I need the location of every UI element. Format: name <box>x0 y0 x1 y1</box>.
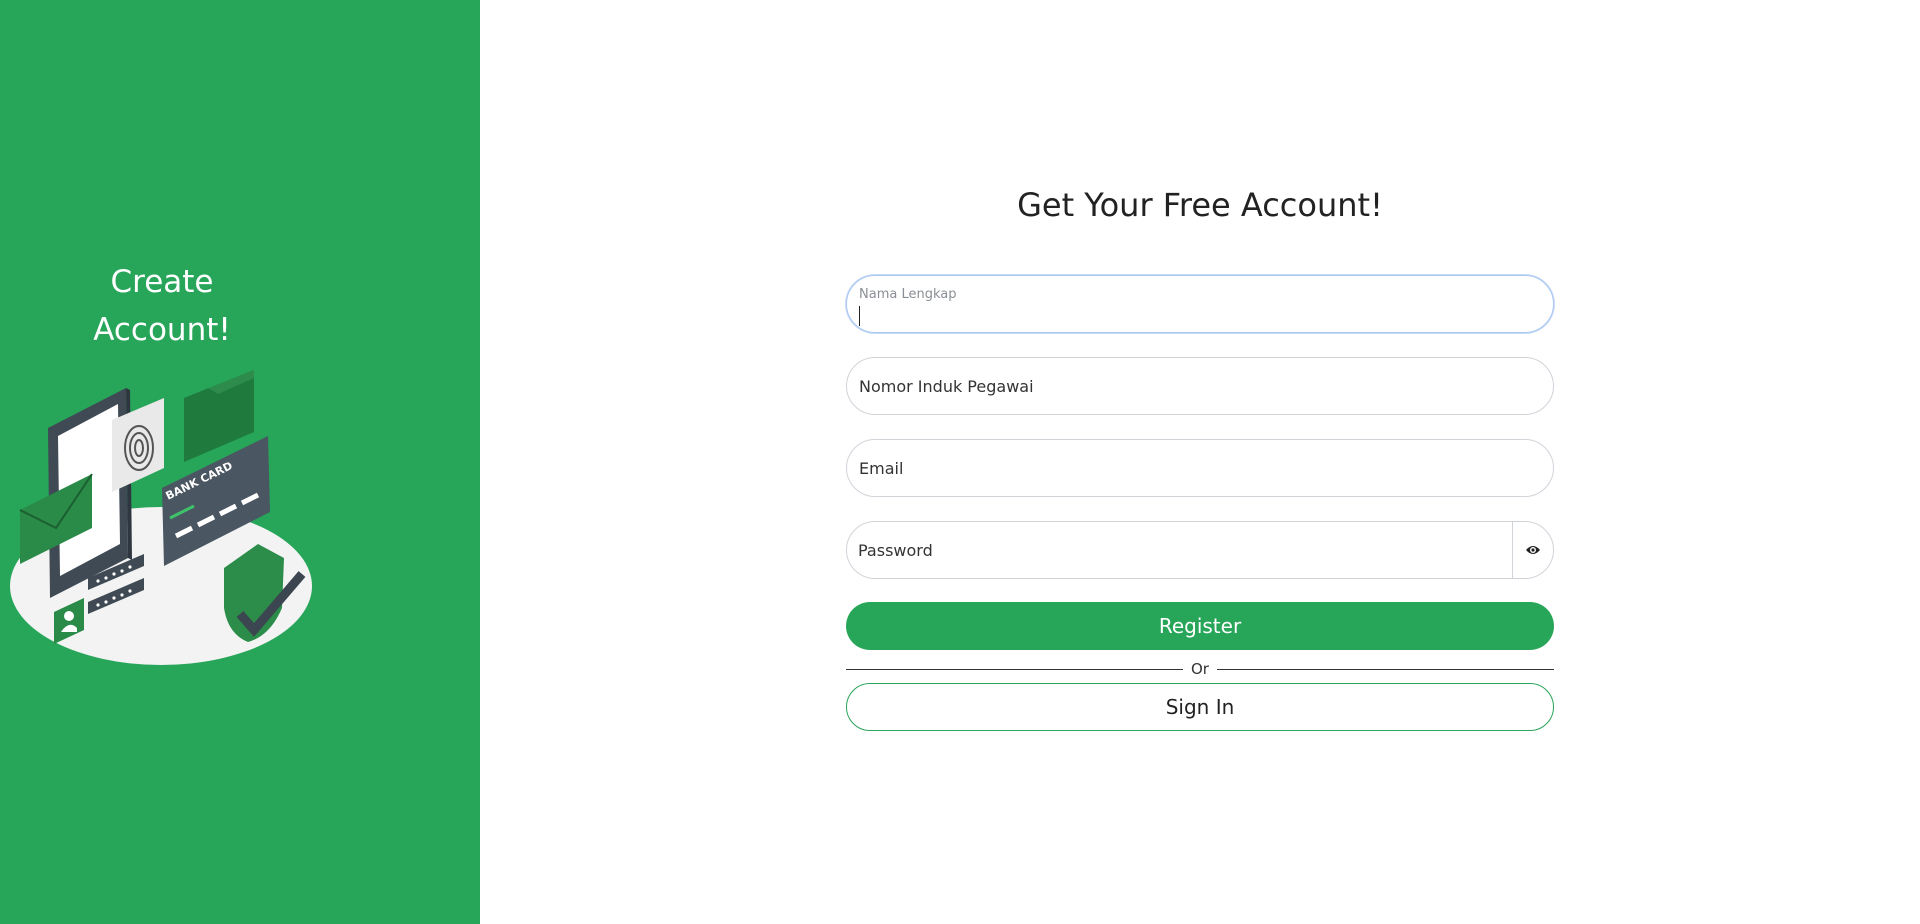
left-title-line1: Create <box>110 264 214 300</box>
eye-icon <box>1526 546 1540 554</box>
left-title: Create Account! <box>0 258 324 354</box>
or-divider: Or <box>846 659 1554 679</box>
password-field[interactable]: Password <box>846 521 1554 579</box>
nomor-induk-pegawai-field[interactable]: Nomor Induk Pegawai <box>846 357 1554 415</box>
nama-lengkap-placeholder: Nama Lengkap <box>859 287 957 302</box>
sign-in-button[interactable]: Sign In <box>846 683 1554 731</box>
account-security-illustration: BANK CARD <box>10 370 312 665</box>
toggle-password-visibility-button[interactable] <box>1513 522 1553 578</box>
left-title-line2: Account! <box>93 312 231 348</box>
email-placeholder: Email <box>859 459 904 478</box>
register-button[interactable]: Register <box>846 602 1554 650</box>
password-placeholder: Password <box>858 541 933 560</box>
nama-lengkap-field[interactable]: Nama Lengkap <box>846 275 1554 333</box>
left-panel: Create Account! BANK CARD <box>0 0 480 924</box>
email-field[interactable]: Email <box>846 439 1554 497</box>
text-caret <box>859 306 860 326</box>
or-line-right <box>1217 669 1554 670</box>
nomor-induk-pegawai-placeholder: Nomor Induk Pegawai <box>859 377 1034 396</box>
form-title: Get Your Free Account! <box>1017 186 1383 224</box>
